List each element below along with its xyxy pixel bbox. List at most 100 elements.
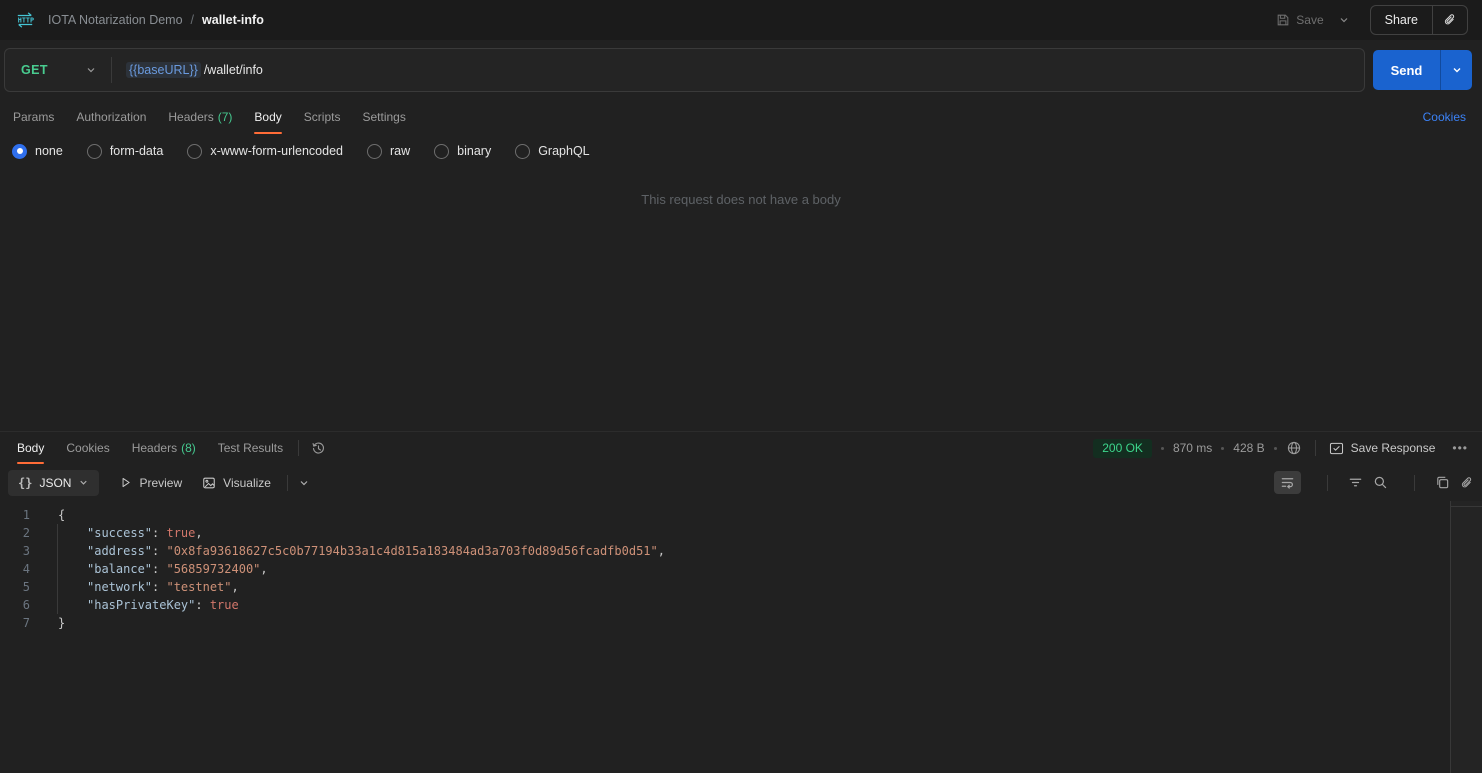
json-punctuation: } <box>58 616 65 630</box>
copy-link-icon[interactable] <box>1433 6 1467 34</box>
json-key: "address" <box>87 544 152 558</box>
code-line: 7 } <box>0 614 1482 632</box>
tab-authorization[interactable]: Authorization <box>65 100 157 134</box>
response-tab-cookies[interactable]: Cookies <box>55 432 120 464</box>
indent-guide <box>57 524 58 614</box>
radio-icon <box>434 144 449 159</box>
send-button[interactable]: Send <box>1373 50 1440 90</box>
save-button[interactable]: Save <box>1268 9 1331 31</box>
code-line: 3 "address": "0x8fa93618627c5c0b77194b33… <box>0 542 1482 560</box>
toolbar-divider <box>287 475 288 491</box>
more-options-icon[interactable]: ••• <box>1444 441 1476 455</box>
response-tab-test-results[interactable]: Test Results <box>207 432 294 464</box>
format-dropdown[interactable]: {} JSON <box>8 470 99 496</box>
tab-settings[interactable]: Settings <box>351 100 416 134</box>
breadcrumb-collection[interactable]: IOTA Notarization Demo <box>48 13 183 27</box>
network-info-globe-icon[interactable] <box>1286 440 1302 456</box>
top-header: HTTP IOTA Notarization Demo / wallet-inf… <box>0 0 1482 40</box>
send-button-group: Send <box>1373 50 1472 90</box>
save-options-chevron-icon[interactable] <box>1332 10 1356 30</box>
method-label: GET <box>21 63 48 77</box>
empty-body-message: This request does not have a body <box>641 192 840 431</box>
visualize-label: Visualize <box>223 476 271 490</box>
save-response-button[interactable]: Save Response <box>1329 441 1436 455</box>
json-value: true <box>166 526 195 540</box>
cookies-link[interactable]: Cookies <box>1409 100 1480 134</box>
url-variable: {{baseURL}} <box>126 62 201 78</box>
tool-icons-divider <box>1414 475 1415 491</box>
line-number: 6 <box>0 598 42 612</box>
breadcrumb-request-name[interactable]: wallet-info <box>202 13 264 27</box>
search-icon[interactable] <box>1373 475 1388 490</box>
breadcrumb-separator: / <box>191 13 194 27</box>
copy-link-icon[interactable] <box>1460 476 1474 490</box>
response-meta: 200 OK 870 ms 428 B <box>1093 432 1476 464</box>
headers-count-badge: (7) <box>218 110 233 124</box>
body-type-graphql[interactable]: GraphQL <box>515 144 589 159</box>
floppy-icon <box>1276 13 1290 27</box>
json-punctuation: { <box>58 508 65 522</box>
visualize-button[interactable]: Visualize <box>202 476 271 490</box>
tab-scripts[interactable]: Scripts <box>293 100 352 134</box>
tool-icons-divider <box>1327 475 1328 491</box>
body-type-raw[interactable]: raw <box>367 144 410 159</box>
url-bar: GET {{baseURL}} /wallet/info <box>4 48 1365 92</box>
response-time[interactable]: 870 ms <box>1173 441 1212 455</box>
wrap-text-icon[interactable] <box>1274 471 1301 494</box>
line-number: 5 <box>0 580 42 594</box>
response-tabs-row: Body Cookies Headers(8) Test Results 200… <box>0 432 1482 464</box>
method-selector[interactable]: GET <box>5 63 111 77</box>
copy-icon[interactable] <box>1435 475 1450 490</box>
code-line: 6 "hasPrivateKey": true <box>0 596 1482 614</box>
preview-button[interactable]: Preview <box>119 476 182 490</box>
json-key: "hasPrivateKey" <box>87 598 195 612</box>
share-button-group: Share <box>1370 5 1468 35</box>
radio-icon <box>87 144 102 159</box>
body-type-x-www-form-urlencoded[interactable]: x-www-form-urlencoded <box>187 144 343 159</box>
more-views-chevron-icon[interactable] <box>298 477 310 489</box>
http-request-icon: HTTP <box>14 11 36 29</box>
body-type-binary[interactable]: binary <box>434 144 491 159</box>
response-tab-headers[interactable]: Headers(8) <box>121 432 207 464</box>
response-tab-body[interactable]: Body <box>6 432 55 464</box>
response-headers-count-badge: (8) <box>181 441 196 455</box>
method-chevron-icon <box>85 64 97 76</box>
request-url-row: GET {{baseURL}} /wallet/info Send <box>0 40 1482 100</box>
json-key: "balance" <box>87 562 152 576</box>
response-toolbar: {} JSON Preview Visualize <box>0 464 1482 501</box>
line-number: 3 <box>0 544 42 558</box>
tab-body[interactable]: Body <box>243 100 292 134</box>
meta-divider <box>1315 440 1316 456</box>
response-tool-icons <box>1274 471 1474 494</box>
line-number: 7 <box>0 616 42 630</box>
body-type-form-data[interactable]: form-data <box>87 144 164 159</box>
body-type-selector: none form-data x-www-form-urlencoded raw… <box>0 134 1482 168</box>
response-body-editor[interactable]: 1 { 2 "success": true, 3 "address": "0x8… <box>0 501 1482 773</box>
share-button[interactable]: Share <box>1371 6 1432 34</box>
line-number: 4 <box>0 562 42 576</box>
filter-icon[interactable] <box>1348 475 1363 490</box>
tab-params[interactable]: Params <box>2 100 65 134</box>
radio-icon <box>367 144 382 159</box>
response-history-icon[interactable] <box>303 432 334 464</box>
request-body-panel: This request does not have a body <box>0 168 1482 431</box>
play-icon <box>119 476 132 489</box>
json-key: "success" <box>87 526 152 540</box>
request-tabs: Params Authorization Headers(7) Body Scr… <box>0 100 1482 134</box>
send-options-chevron-icon[interactable] <box>1441 50 1472 90</box>
body-type-none[interactable]: none <box>12 144 63 159</box>
url-input[interactable]: {{baseURL}} /wallet/info <box>112 62 1364 78</box>
save-response-icon <box>1329 442 1344 455</box>
json-value: true <box>210 598 239 612</box>
tab-headers[interactable]: Headers(7) <box>157 100 243 134</box>
response-size[interactable]: 428 B <box>1233 441 1264 455</box>
save-response-label: Save Response <box>1351 441 1436 455</box>
response-scrollbar[interactable] <box>1450 501 1482 773</box>
response-tabs-divider <box>298 440 299 456</box>
meta-dot <box>1161 447 1164 450</box>
radio-selected-icon <box>12 144 27 159</box>
braces-icon: {} <box>18 476 32 490</box>
radio-icon <box>515 144 530 159</box>
status-badge[interactable]: 200 OK <box>1093 439 1152 458</box>
preview-label: Preview <box>139 476 182 490</box>
